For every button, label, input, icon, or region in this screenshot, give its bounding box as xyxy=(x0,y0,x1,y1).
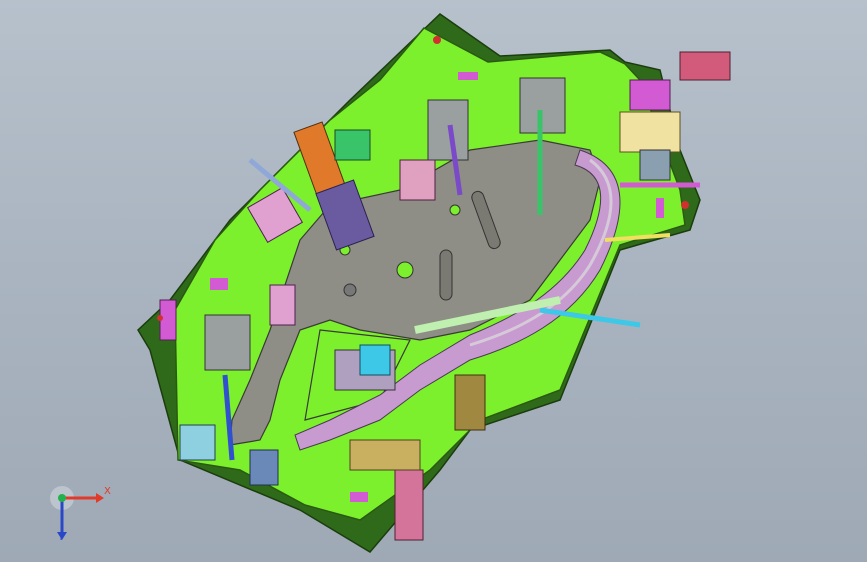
locator-block-5[interactable] xyxy=(269,284,296,326)
hole-2 xyxy=(343,283,357,297)
triad-graphic xyxy=(50,486,104,540)
triad-x-label: X xyxy=(104,486,111,497)
marker-3 xyxy=(350,492,368,502)
clamp-unit-center[interactable] xyxy=(334,344,396,391)
marker-2 xyxy=(656,198,664,218)
marker-4 xyxy=(210,278,228,290)
bolt-1 xyxy=(433,36,441,44)
hole-3 xyxy=(449,204,461,216)
bolt-2 xyxy=(681,201,689,209)
cad-viewport[interactable]: X Y xyxy=(0,0,867,562)
locator-block-2[interactable] xyxy=(427,99,469,161)
triad-y-label: Y xyxy=(58,532,65,543)
coordinate-triad: X Y xyxy=(48,480,111,546)
locator-block-4[interactable] xyxy=(204,314,251,371)
locator-block-1[interactable] xyxy=(399,159,436,201)
locator-block-6[interactable] xyxy=(454,374,486,431)
bolt-3 xyxy=(157,315,163,321)
fixture-assembly-model[interactable] xyxy=(0,0,867,562)
hole-1 xyxy=(396,261,414,279)
slot-1 xyxy=(439,249,453,301)
marker-1 xyxy=(458,72,478,80)
